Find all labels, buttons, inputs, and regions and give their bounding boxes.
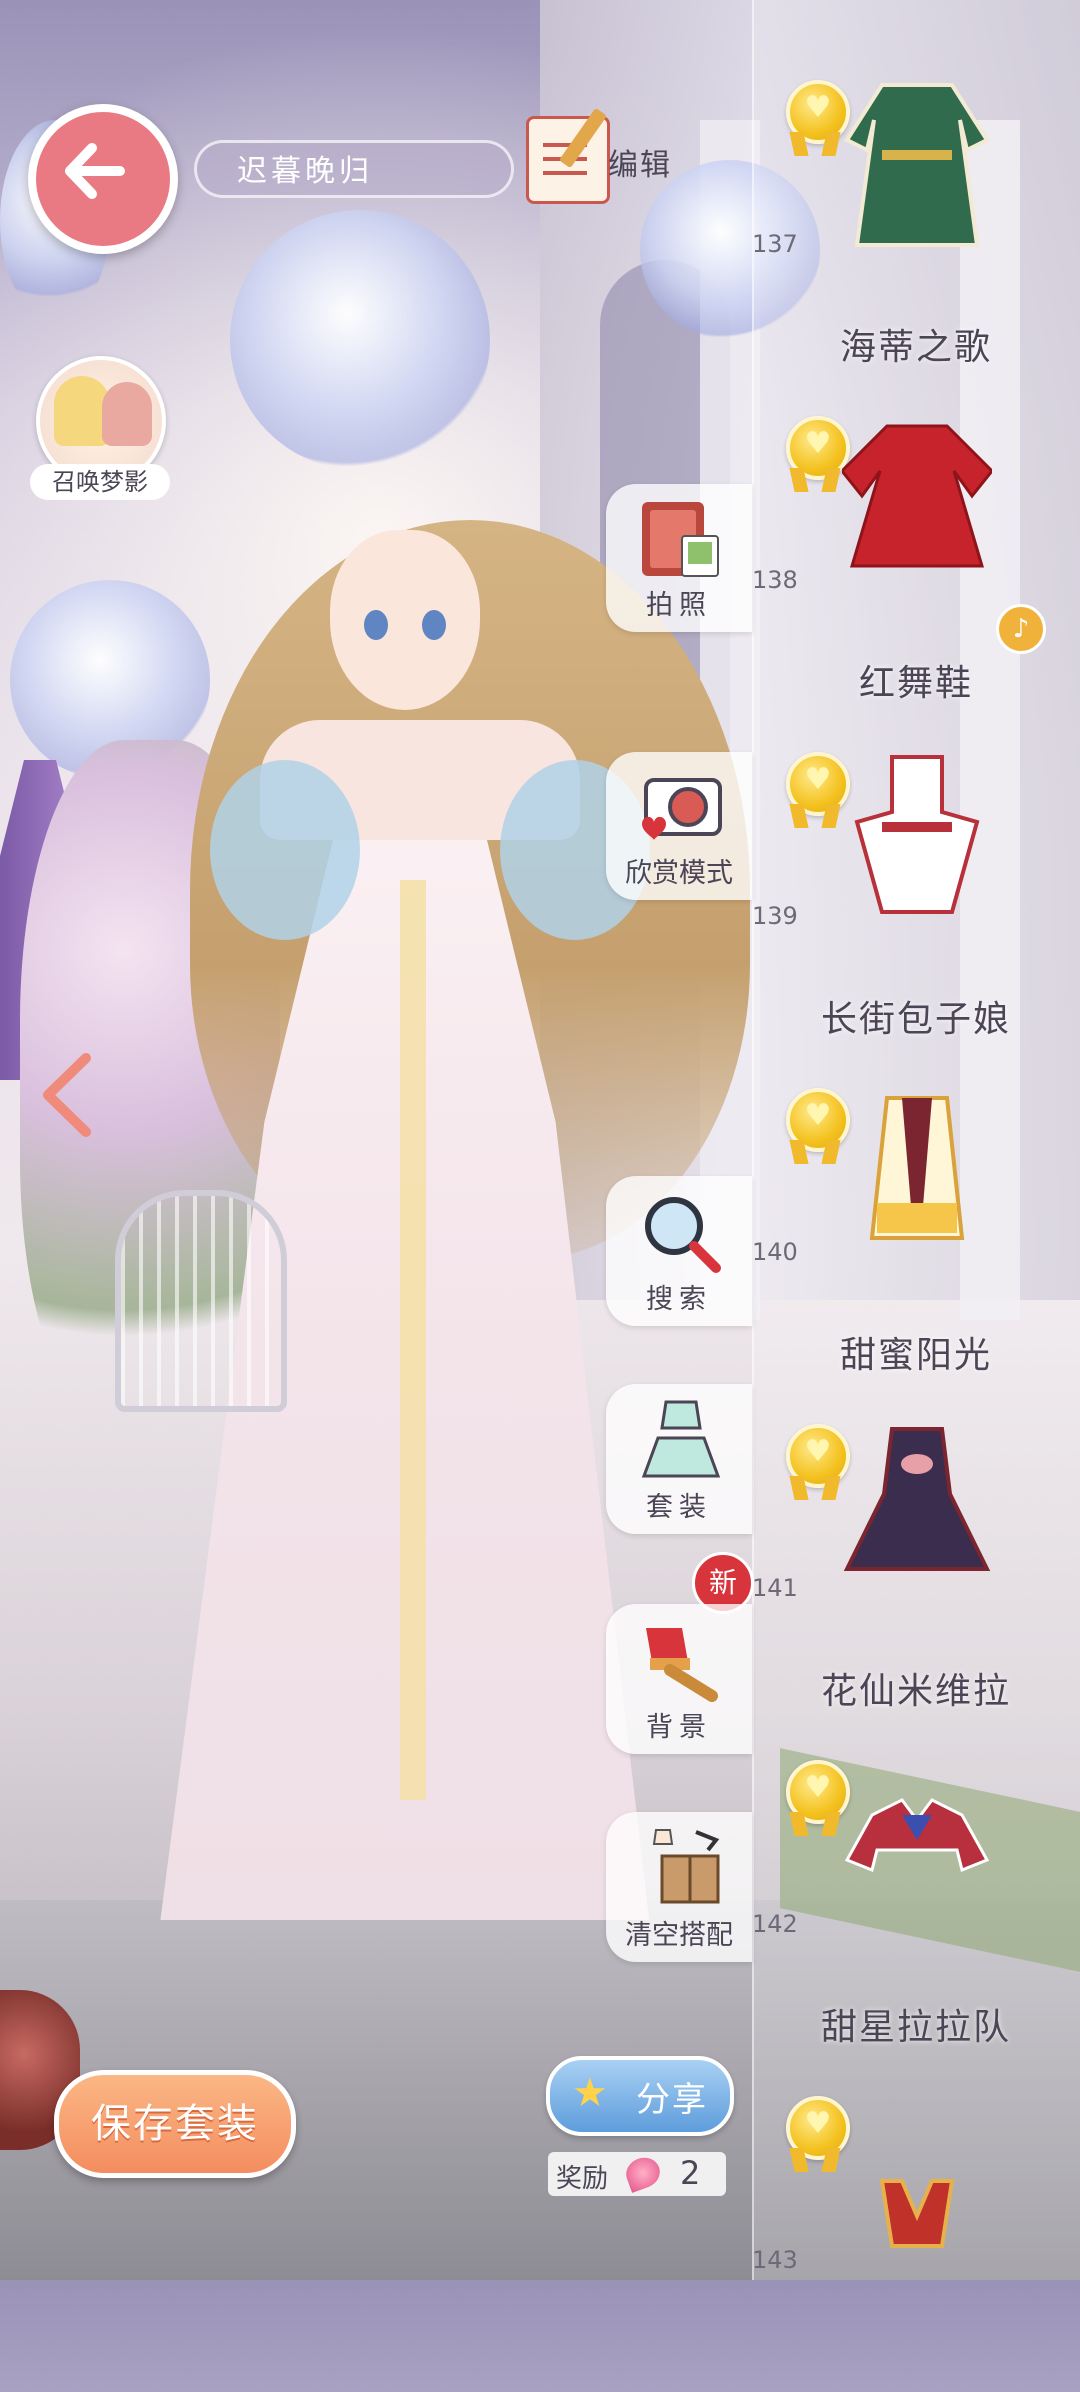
dress-thumbnail-icon xyxy=(844,83,990,247)
item-number: 141 xyxy=(752,1574,798,1602)
prev-page-arrow[interactable] xyxy=(36,1050,96,1140)
item-number: 139 xyxy=(752,902,798,930)
dress-icon xyxy=(641,1400,721,1478)
music-note-icon: ♪ xyxy=(996,604,1046,654)
photo-button[interactable]: 拍照 xyxy=(606,484,752,632)
item-name: 花仙米维拉 xyxy=(820,1671,1011,1712)
left-arrow-icon xyxy=(65,143,125,199)
photo-label: 拍照 xyxy=(646,590,712,621)
summon-label: 召唤梦影 xyxy=(30,464,170,500)
item-name: 甜星拉拉队 xyxy=(820,2007,1011,2048)
item-name: 甜蜜阳光 xyxy=(839,1335,992,1376)
reward-count: 2 xyxy=(680,2154,701,2192)
box-clear-icon xyxy=(652,1829,720,1904)
wardrobe-item[interactable]: 140 甜蜜阳光 xyxy=(752,1048,1080,1384)
search-button[interactable]: 搜索 xyxy=(606,1176,752,1326)
dress-thumbnail-icon xyxy=(879,2179,955,2248)
suits-label: 套装 xyxy=(646,1492,712,1523)
eye xyxy=(364,610,388,640)
jacket-thumbnail-icon xyxy=(844,1798,990,1873)
suits-button[interactable]: 套装 xyxy=(606,1384,752,1534)
save-outfit-button[interactable]: 保存套装 xyxy=(54,2070,296,2178)
dress-thumbnail-icon xyxy=(843,1427,991,1571)
gem-icon xyxy=(621,2153,665,2193)
camera-heart-icon xyxy=(642,778,722,840)
item-number: 143 xyxy=(752,2246,798,2274)
chibi-icon xyxy=(102,382,152,446)
star-hand-icon: ★ xyxy=(572,2070,608,2116)
wardrobe-item[interactable]: 141 花仙米维拉 xyxy=(752,1384,1080,1720)
edit-button[interactable]: 编辑 xyxy=(526,107,686,204)
apron-thumbnail-icon xyxy=(854,755,980,914)
item-name: 长街包子娘 xyxy=(820,999,1011,1040)
background-label: 背景 xyxy=(646,1712,712,1743)
wardrobe-item[interactable]: 142 甜星拉拉队 xyxy=(752,1720,1080,2056)
birdcage-accessory xyxy=(115,1190,287,1412)
paintbrush-icon xyxy=(646,1628,718,1702)
wardrobe-item[interactable]: 138 ♪ 红舞鞋 xyxy=(752,376,1080,712)
item-number: 138 xyxy=(752,566,798,594)
reward-label: 奖励 xyxy=(556,2164,609,2194)
outfit-name-field[interactable]: 迟暮晚归 xyxy=(194,140,514,198)
appreciate-mode-button[interactable]: 欣赏模式 xyxy=(606,752,752,900)
vest-thumbnail-icon xyxy=(869,1096,965,1240)
summon-button[interactable]: 召唤梦影 xyxy=(30,356,170,506)
dress-thumbnail-icon xyxy=(842,424,992,568)
share-reward: 奖励 2 xyxy=(548,2152,726,2196)
wardrobe-item[interactable]: 143 xyxy=(752,2056,1080,2392)
eye xyxy=(422,610,446,640)
item-name: 海蒂之歌 xyxy=(839,327,992,368)
clear-outfit-label: 清空搭配 xyxy=(625,1920,733,1951)
background-button[interactable]: 背景 xyxy=(606,1604,752,1754)
back-button[interactable] xyxy=(28,104,178,254)
item-name: 红舞鞋 xyxy=(858,663,973,704)
character-face xyxy=(330,530,480,710)
edit-label: 编辑 xyxy=(608,148,672,183)
share-label: 分享 xyxy=(636,2080,708,2120)
photo-album-icon xyxy=(642,502,719,577)
wardrobe-item[interactable]: 139 长街包子娘 xyxy=(752,712,1080,1048)
share-button[interactable]: ★ 分享 xyxy=(546,2056,734,2136)
dress-ribbon xyxy=(400,880,426,1800)
clear-outfit-button[interactable]: 清空搭配 xyxy=(606,1812,752,1962)
appreciate-mode-label: 欣赏模式 xyxy=(625,858,733,889)
item-number: 137 xyxy=(752,230,798,258)
feather-boa xyxy=(210,760,360,940)
wardrobe-item[interactable]: 137 海蒂之歌 xyxy=(752,40,1080,376)
item-number: 140 xyxy=(752,1238,798,1266)
magnifier-icon xyxy=(645,1197,721,1273)
search-label: 搜索 xyxy=(646,1284,712,1315)
item-number: 142 xyxy=(752,1910,798,1938)
snowflake-orb xyxy=(230,210,490,470)
